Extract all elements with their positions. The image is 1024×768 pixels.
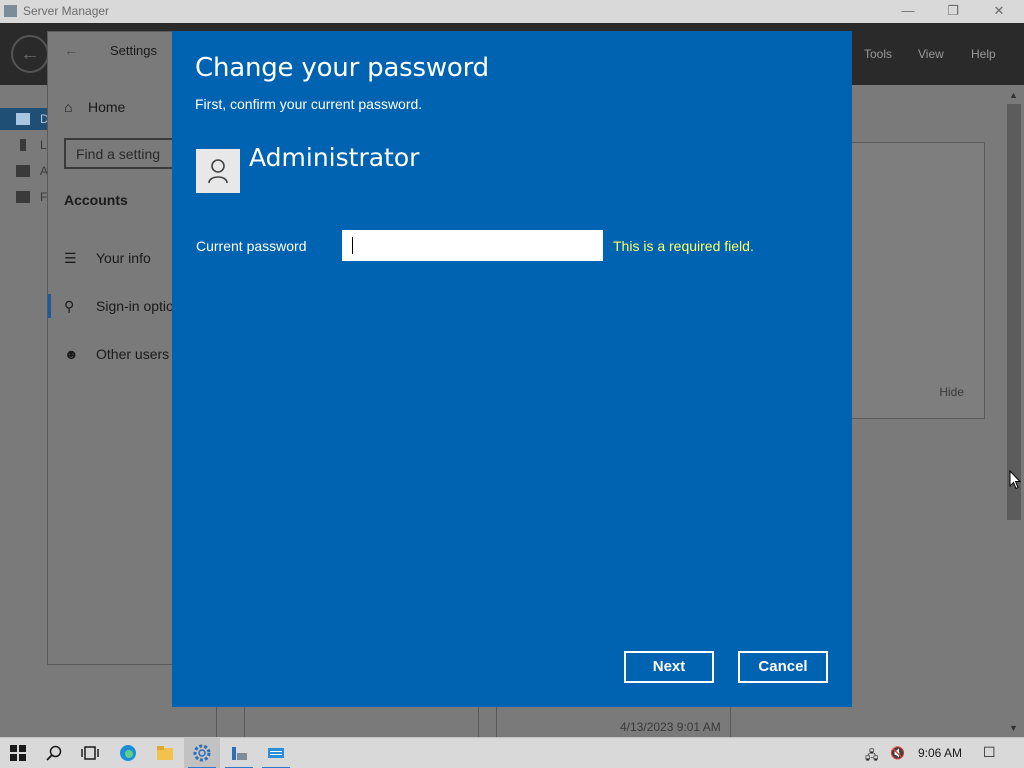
section-heading: Accounts (64, 192, 128, 208)
current-password-input[interactable] (342, 230, 603, 261)
nav-item-file[interactable]: F (0, 186, 48, 208)
timestamp: 4/13/2023 9:01 AM (620, 720, 721, 734)
task-view-button[interactable] (72, 738, 108, 768)
back-arrow-icon[interactable]: ← (64, 42, 78, 58)
home-icon: ⌂ (64, 99, 73, 115)
notifications-icon[interactable]: ☐ (983, 744, 996, 761)
server-manager-nav: D L A F (0, 108, 49, 208)
change-password-dialog: Change your password First, confirm your… (172, 31, 852, 707)
folder-icon (157, 746, 173, 760)
file-services-icon (16, 191, 30, 203)
settings-item-your-info[interactable]: ☰ Your info (64, 250, 151, 267)
search-icon (46, 745, 62, 761)
selection-indicator (48, 294, 51, 318)
server-manager-titlebar: Server Manager — ❐ ✕ (0, 0, 1024, 23)
scroll-down-icon[interactable]: ▼ (1009, 723, 1018, 733)
search-button[interactable] (36, 738, 72, 768)
next-button[interactable]: Next (624, 651, 714, 683)
divider (478, 706, 479, 737)
edge-button[interactable] (110, 738, 146, 768)
settings-window: ← Settings ⌂ Home Find a setting Accounts… (47, 31, 188, 665)
clock[interactable]: 9:06 AM (918, 746, 962, 760)
dialog-heading: Change your password (195, 53, 489, 83)
server-manager-button[interactable] (221, 738, 257, 768)
menu-tools[interactable]: Tools (864, 47, 892, 61)
settings-button[interactable] (184, 738, 220, 768)
validation-error: This is a required field. (613, 238, 754, 254)
server-icon (20, 139, 26, 151)
person-list-icon: ☰ (64, 250, 77, 266)
cancel-button[interactable]: Cancel (738, 651, 828, 683)
settings-home[interactable]: ⌂ Home (64, 99, 125, 115)
nav-item-local[interactable]: L (0, 134, 48, 156)
settings-title: Settings (110, 43, 157, 58)
scroll-thumb[interactable] (1007, 104, 1021, 520)
dashboard-tile: Hide (840, 142, 985, 419)
key-icon: ⚲ (64, 298, 75, 314)
item-label: Your info (96, 250, 151, 266)
edge-icon (120, 745, 136, 761)
scroll-up-icon[interactable]: ▲ (1009, 90, 1018, 100)
server-manager-icon (4, 5, 17, 17)
windows-icon (10, 745, 26, 761)
taskbar: 🖧 🔇 9:06 AM ☐ (0, 737, 1024, 768)
dashboard-icon (16, 113, 30, 125)
person-add-icon: ☻ (64, 346, 79, 362)
close-button[interactable]: ✕ (984, 2, 1014, 20)
task-view-icon (81, 746, 99, 760)
start-button[interactable] (0, 738, 36, 768)
restore-button[interactable]: ❐ (938, 2, 968, 20)
avatar (196, 149, 240, 193)
divider (730, 706, 731, 737)
nav-item-dashboard[interactable]: D (0, 108, 49, 130)
minimize-button[interactable]: — (893, 2, 923, 20)
divider (496, 706, 497, 737)
item-label: Sign-in optio (96, 298, 174, 314)
keyboard-icon (268, 748, 284, 758)
mouse-pointer-icon (1009, 470, 1021, 490)
scrollbar[interactable]: ▲ ▼ (1004, 86, 1024, 737)
menu-help[interactable]: Help (971, 47, 996, 61)
search-placeholder: Find a setting (76, 146, 161, 162)
window-title: Server Manager (23, 4, 110, 18)
menu-view[interactable]: View (918, 47, 944, 61)
servers-icon (16, 165, 30, 177)
find-setting-input[interactable]: Find a setting (64, 138, 188, 169)
text-caret (352, 237, 353, 254)
nav-item-all[interactable]: A (0, 160, 48, 182)
nav-label: L (40, 138, 47, 152)
username: Administrator (249, 143, 420, 172)
back-icon[interactable]: ← (11, 35, 49, 73)
network-icon[interactable]: 🖧 (865, 746, 878, 767)
server-manager-icon (232, 747, 247, 760)
gear-icon (193, 744, 211, 762)
settings-item-sign-in[interactable]: ⚲ Sign-in optio (64, 298, 174, 315)
home-label: Home (88, 99, 126, 115)
dashboard-bottom: 4/13/2023 9:01 AM (216, 706, 1006, 737)
password-label: Current password (196, 238, 307, 254)
divider (216, 706, 217, 737)
volume-muted-icon[interactable]: 🔇 (890, 746, 905, 760)
item-label: Other users (96, 346, 170, 362)
dialog-subheading: First, confirm your current password. (195, 96, 423, 112)
keyboard-app-button[interactable] (258, 738, 294, 768)
divider (244, 706, 245, 737)
file-explorer-button[interactable] (147, 738, 183, 768)
settings-item-other-users[interactable]: ☻ Other users (64, 346, 169, 362)
hide-link[interactable]: Hide (939, 385, 964, 399)
user-icon (208, 159, 228, 184)
